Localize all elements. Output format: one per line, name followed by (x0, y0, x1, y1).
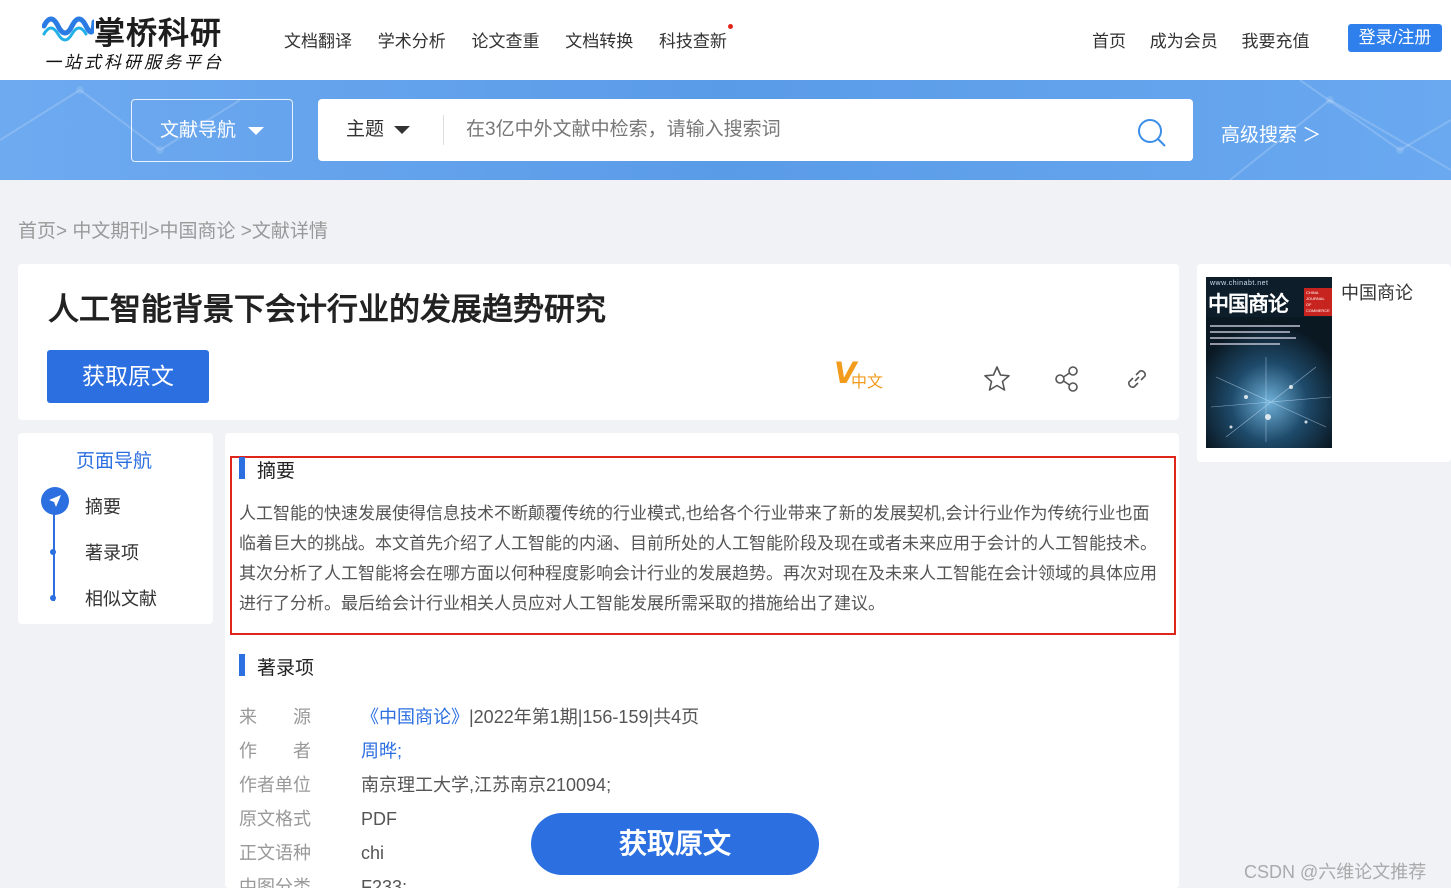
brand-slogan: 一站式科研服务平台 (44, 53, 224, 73)
record-row-author: 作 者 周晔; (239, 737, 402, 763)
record-row-source: 来 源 《中国商论》|2022年第1期|156-159|共4页 (239, 703, 699, 729)
record-source-extra: |2022年第1期|156-159|共4页 (469, 707, 700, 727)
record-key: 正文语种 (239, 843, 311, 863)
record-value: F233; (361, 877, 408, 888)
record-key: 来 源 (239, 707, 311, 727)
page-title: 人工智能背景下会计行业的发展趋势研究 (48, 292, 606, 327)
record-key: 作者单位 (239, 775, 311, 795)
brand-name: 掌桥科研 (94, 16, 222, 52)
record-row-language: 正文语种 chi (239, 839, 384, 865)
nav-item-home[interactable]: 首页 (1092, 32, 1126, 51)
link-icon[interactable] (1122, 364, 1152, 394)
search-icon[interactable] (1136, 117, 1168, 149)
abstract-heading: 摘要 (239, 456, 295, 483)
search-input[interactable] (466, 111, 1106, 149)
nav-item-member[interactable]: 成为会员 (1150, 32, 1218, 51)
search-banner: 文献导航 主题 高级搜索 ＞ (0, 80, 1451, 180)
breadcrumb[interactable]: 首页> 中文期刊>中国商论 >文献详情 (18, 216, 328, 243)
nav-dot (50, 595, 56, 601)
doc-nav-dropdown[interactable]: 文献导航 (131, 99, 293, 162)
record-row-format: 原文格式 PDF (239, 805, 397, 831)
doc-nav-label: 文献导航 (160, 120, 237, 141)
page-nav: 页面导航 摘要 著录项 相似文献 (18, 433, 213, 624)
nav-item-plagiarism[interactable]: 论文查重 (471, 27, 539, 52)
search-box: 主题 (318, 99, 1193, 161)
v-logo-text: 中文 (851, 374, 884, 391)
record-heading: 著录项 (239, 653, 314, 680)
nav-item-novelty-label: 科技查新 (658, 32, 727, 51)
nav-dot (50, 549, 56, 555)
record-value: 南京理工大学,江苏南京210094; (361, 775, 612, 795)
divider (443, 115, 444, 145)
nav-item-convert[interactable]: 文档转换 (565, 27, 633, 52)
record-value: PDF (361, 809, 397, 829)
v-chinese-logo: V 中文 (834, 356, 894, 392)
floating-get-fulltext-button[interactable]: 获取原文 (531, 813, 819, 875)
site-logo[interactable]: 掌桥科研 一站式科研服务平台 (40, 6, 240, 73)
record-value: chi (361, 843, 385, 863)
abstract-text: 人工智能的快速发展使得信息技术不断颠覆传统的行业模式,也给各个行业带来了新的发展… (239, 504, 1157, 613)
cover-url: www.chinabt.net (1210, 280, 1269, 287)
nav-item-analysis[interactable]: 学术分析 (378, 27, 446, 52)
journal-name[interactable]: 中国商论 (1341, 279, 1413, 305)
record-row-classification: 中图分类 F233; (239, 873, 407, 888)
logo-wave-icon (42, 16, 94, 42)
watermark: CSDN @六维论文推荐 (1244, 862, 1427, 882)
record-key: 中图分类 (239, 877, 311, 888)
page-nav-similar[interactable]: 相似文献 (85, 585, 157, 611)
cover-en-badge: CHINA JOURNAL OF COMMERCE (1304, 288, 1332, 316)
journal-card: www.chinabt.net 中国商论 CHINA JOURNAL OF CO… (1197, 264, 1451, 462)
record-key: 作 者 (239, 741, 311, 761)
advanced-search-link[interactable]: 高级搜索 ＞ (1221, 120, 1321, 147)
page-nav-title: 页面导航 (76, 451, 153, 472)
top-header: 掌桥科研 一站式科研服务平台 文档翻译 学术分析 论文查重 文档转换 科技查新 … (0, 0, 1451, 80)
new-dot-badge (727, 24, 733, 29)
paper-header-card: 人工智能背景下会计行业的发展趋势研究 获取原文 V 中文 (18, 264, 1179, 420)
chevron-down-icon (394, 125, 411, 134)
get-fulltext-button[interactable]: 获取原文 (47, 350, 209, 403)
location-icon (41, 487, 69, 515)
journal-link[interactable]: 《中国商论》 (361, 707, 469, 727)
record-key: 原文格式 (239, 809, 311, 829)
journal-cover-image[interactable]: www.chinabt.net 中国商论 CHINA JOURNAL OF CO… (1206, 277, 1332, 448)
search-scope-label: 主题 (346, 119, 385, 140)
nav-item-translate[interactable]: 文档翻译 (284, 27, 352, 52)
page-nav-record[interactable]: 著录项 (85, 539, 139, 565)
share-icon[interactable] (1052, 364, 1082, 394)
author-link[interactable]: 周晔; (361, 741, 402, 761)
nav-item-recharge[interactable]: 我要充值 (1241, 32, 1309, 51)
search-scope-dropdown[interactable]: 主题 (346, 99, 411, 161)
nav-item-novelty[interactable]: 科技查新 (658, 24, 733, 52)
login-button[interactable]: 登录/注册 (1348, 24, 1442, 52)
right-nav: 首页 成为会员 我要充值 (1092, 27, 1328, 52)
main-nav: 文档翻译 学术分析 论文查重 文档转换 科技查新 (284, 24, 748, 52)
record-row-affiliation: 作者单位 南京理工大学,江苏南京210094; (239, 771, 611, 797)
star-icon[interactable] (982, 364, 1012, 394)
cover-title: 中国商论 (1208, 292, 1289, 316)
page-nav-abstract[interactable]: 摘要 (85, 493, 121, 519)
chevron-down-icon (248, 126, 265, 135)
